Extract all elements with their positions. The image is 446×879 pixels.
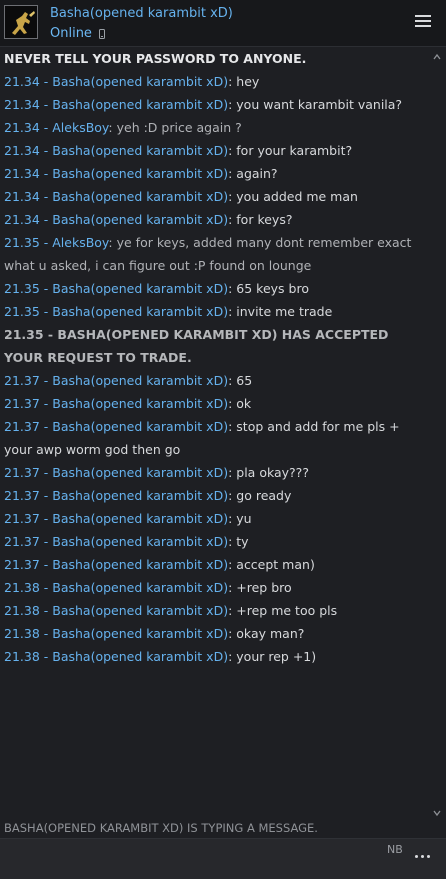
message-text: : your rep +1) <box>228 649 317 664</box>
more-icon[interactable] <box>415 855 430 858</box>
message-meta: 21.34 - AleksBoy <box>4 120 109 135</box>
chat-message: 21.38 - Basha(opened karambit xD): okay … <box>0 622 430 645</box>
chevron-up-icon[interactable] <box>433 53 441 61</box>
message-meta: 21.37 - Basha(opened karambit xD) <box>4 557 229 572</box>
message-meta: 21.35 - Basha(opened karambit xD) <box>4 281 229 296</box>
typing-indicator: BASHA(OPENED KARAMBIT XD) IS TYPING A ME… <box>4 821 318 835</box>
chat-message: 21.37 - Basha(opened karambit xD): accep… <box>0 553 430 576</box>
chat-message: 21.34 - Basha(opened karambit xD): you w… <box>0 93 430 116</box>
chat-message: 21.38 - Basha(opened karambit xD): your … <box>0 645 430 668</box>
chat-header: Basha(opened karambit xD) Online <box>0 0 446 47</box>
message-text: : you want karambit vanila? <box>228 97 403 112</box>
chat-message: 21.38 - Basha(opened karambit xD): +rep … <box>0 576 430 599</box>
chat-message: 21.34 - Basha(opened karambit xD): again… <box>0 162 430 185</box>
chat-message: 21.34 - Basha(opened karambit xD): hey <box>0 70 430 93</box>
message-text: : +rep bro <box>228 580 292 595</box>
message-meta: 21.37 - Basha(opened karambit xD) <box>4 373 229 388</box>
password-warning: NEVER TELL YOUR PASSWORD TO ANYONE. <box>4 51 307 66</box>
chat-message: 21.37 - Basha(opened karambit xD): ty <box>0 530 430 553</box>
message-text: : go ready <box>228 488 292 503</box>
message-meta: 21.38 - Basha(opened karambit xD) <box>4 626 229 641</box>
message-text: : okay man? <box>228 626 305 641</box>
message-meta: 21.35 - Basha(opened karambit xD) <box>4 304 229 319</box>
message-meta: 21.38 - Basha(opened karambit xD) <box>4 603 229 618</box>
message-meta: 21.37 - Basha(opened karambit xD) <box>4 465 229 480</box>
chevron-down-icon[interactable] <box>433 809 441 817</box>
chat-message: 21.37 - Basha(opened karambit xD): pla o… <box>0 461 430 484</box>
message-text: : again? <box>228 166 278 181</box>
message-text: : 65 <box>228 373 253 388</box>
message-text: : invite me trade <box>228 304 333 319</box>
chat-message: 21.35 - AleksBoy: ye for keys, added man… <box>0 231 430 277</box>
contact-name[interactable]: Basha(opened karambit xD) <box>50 6 233 21</box>
online-status: Online <box>50 26 92 41</box>
message-text: : hey <box>228 74 260 89</box>
message-meta: 21.37 - Basha(opened karambit xD) <box>4 419 229 434</box>
message-text: : yu <box>228 511 252 526</box>
message-meta: 21.37 - Basha(opened karambit xD) <box>4 488 229 503</box>
phone-icon <box>98 28 105 39</box>
nb-label: NB <box>387 843 403 856</box>
chat-message: 21.37 - Basha(opened karambit xD): stop … <box>0 415 430 461</box>
message-composer: NB <box>0 838 446 879</box>
message-meta: 21.38 - Basha(opened karambit xD) <box>4 649 229 664</box>
message-text: : accept man) <box>228 557 315 572</box>
scrollbar[interactable] <box>430 47 446 819</box>
chat-message: 21.37 - Basha(opened karambit xD): ok <box>0 392 430 415</box>
chat-message: 21.34 - Basha(opened karambit xD): for y… <box>0 139 430 162</box>
chat-message: 21.34 - Basha(opened karambit xD): for k… <box>0 208 430 231</box>
chat-message: 21.35 - Basha(opened karambit xD): invit… <box>0 300 430 323</box>
chat-message: 21.38 - Basha(opened karambit xD): +rep … <box>0 599 430 622</box>
message-text: : +rep me too pls <box>228 603 338 618</box>
chat-message: 21.37 - Basha(opened karambit xD): yu <box>0 507 430 530</box>
message-text: : ty <box>228 534 249 549</box>
message-text: : you added me man <box>228 189 358 204</box>
message-text: : ok <box>228 396 252 411</box>
message-meta: 21.34 - Basha(opened karambit xD) <box>4 189 229 204</box>
message-meta: 21.34 - Basha(opened karambit xD) <box>4 212 229 227</box>
chat-message: 21.35 - Basha(opened karambit xD): 65 ke… <box>0 277 430 300</box>
message-meta: 21.34 - Basha(opened karambit xD) <box>4 74 229 89</box>
message-meta: 21.34 - Basha(opened karambit xD) <box>4 97 229 112</box>
chat-message: 21.34 - Basha(opened karambit xD): you a… <box>0 185 430 208</box>
message-text: : for your karambit? <box>228 143 353 158</box>
message-text: : 65 keys bro <box>228 281 309 296</box>
chat-message: 21.37 - Basha(opened karambit xD): go re… <box>0 484 430 507</box>
hamburger-icon[interactable] <box>415 15 431 29</box>
message-text: : yeh :D price again ? <box>108 120 242 135</box>
message-meta: 21.38 - Basha(opened karambit xD) <box>4 580 229 595</box>
message-meta: 21.37 - Basha(opened karambit xD) <box>4 396 229 411</box>
chat-message: 21.37 - Basha(opened karambit xD): 65 <box>0 369 430 392</box>
message-text: : for keys? <box>228 212 293 227</box>
message-meta: 21.37 - Basha(opened karambit xD) <box>4 511 229 526</box>
chat-log[interactable]: NEVER TELL YOUR PASSWORD TO ANYONE. 21.3… <box>0 47 430 817</box>
message-meta: 21.35 - AleksBoy <box>4 235 109 250</box>
contact-avatar[interactable] <box>4 5 38 39</box>
message-meta: 21.34 - Basha(opened karambit xD) <box>4 166 229 181</box>
message-meta: 21.37 - Basha(opened karambit xD) <box>4 534 229 549</box>
chat-message: 21.34 - AleksBoy: yeh :D price again ? <box>0 116 430 139</box>
message-text: : pla okay??? <box>228 465 309 480</box>
message-meta: 21.34 - Basha(opened karambit xD) <box>4 143 229 158</box>
avatar-image <box>5 6 37 38</box>
message-input[interactable] <box>4 843 384 875</box>
status-row: Online <box>50 26 105 41</box>
system-message: 21.35 - BASHA(OPENED KARAMBIT XD) HAS AC… <box>4 327 389 365</box>
